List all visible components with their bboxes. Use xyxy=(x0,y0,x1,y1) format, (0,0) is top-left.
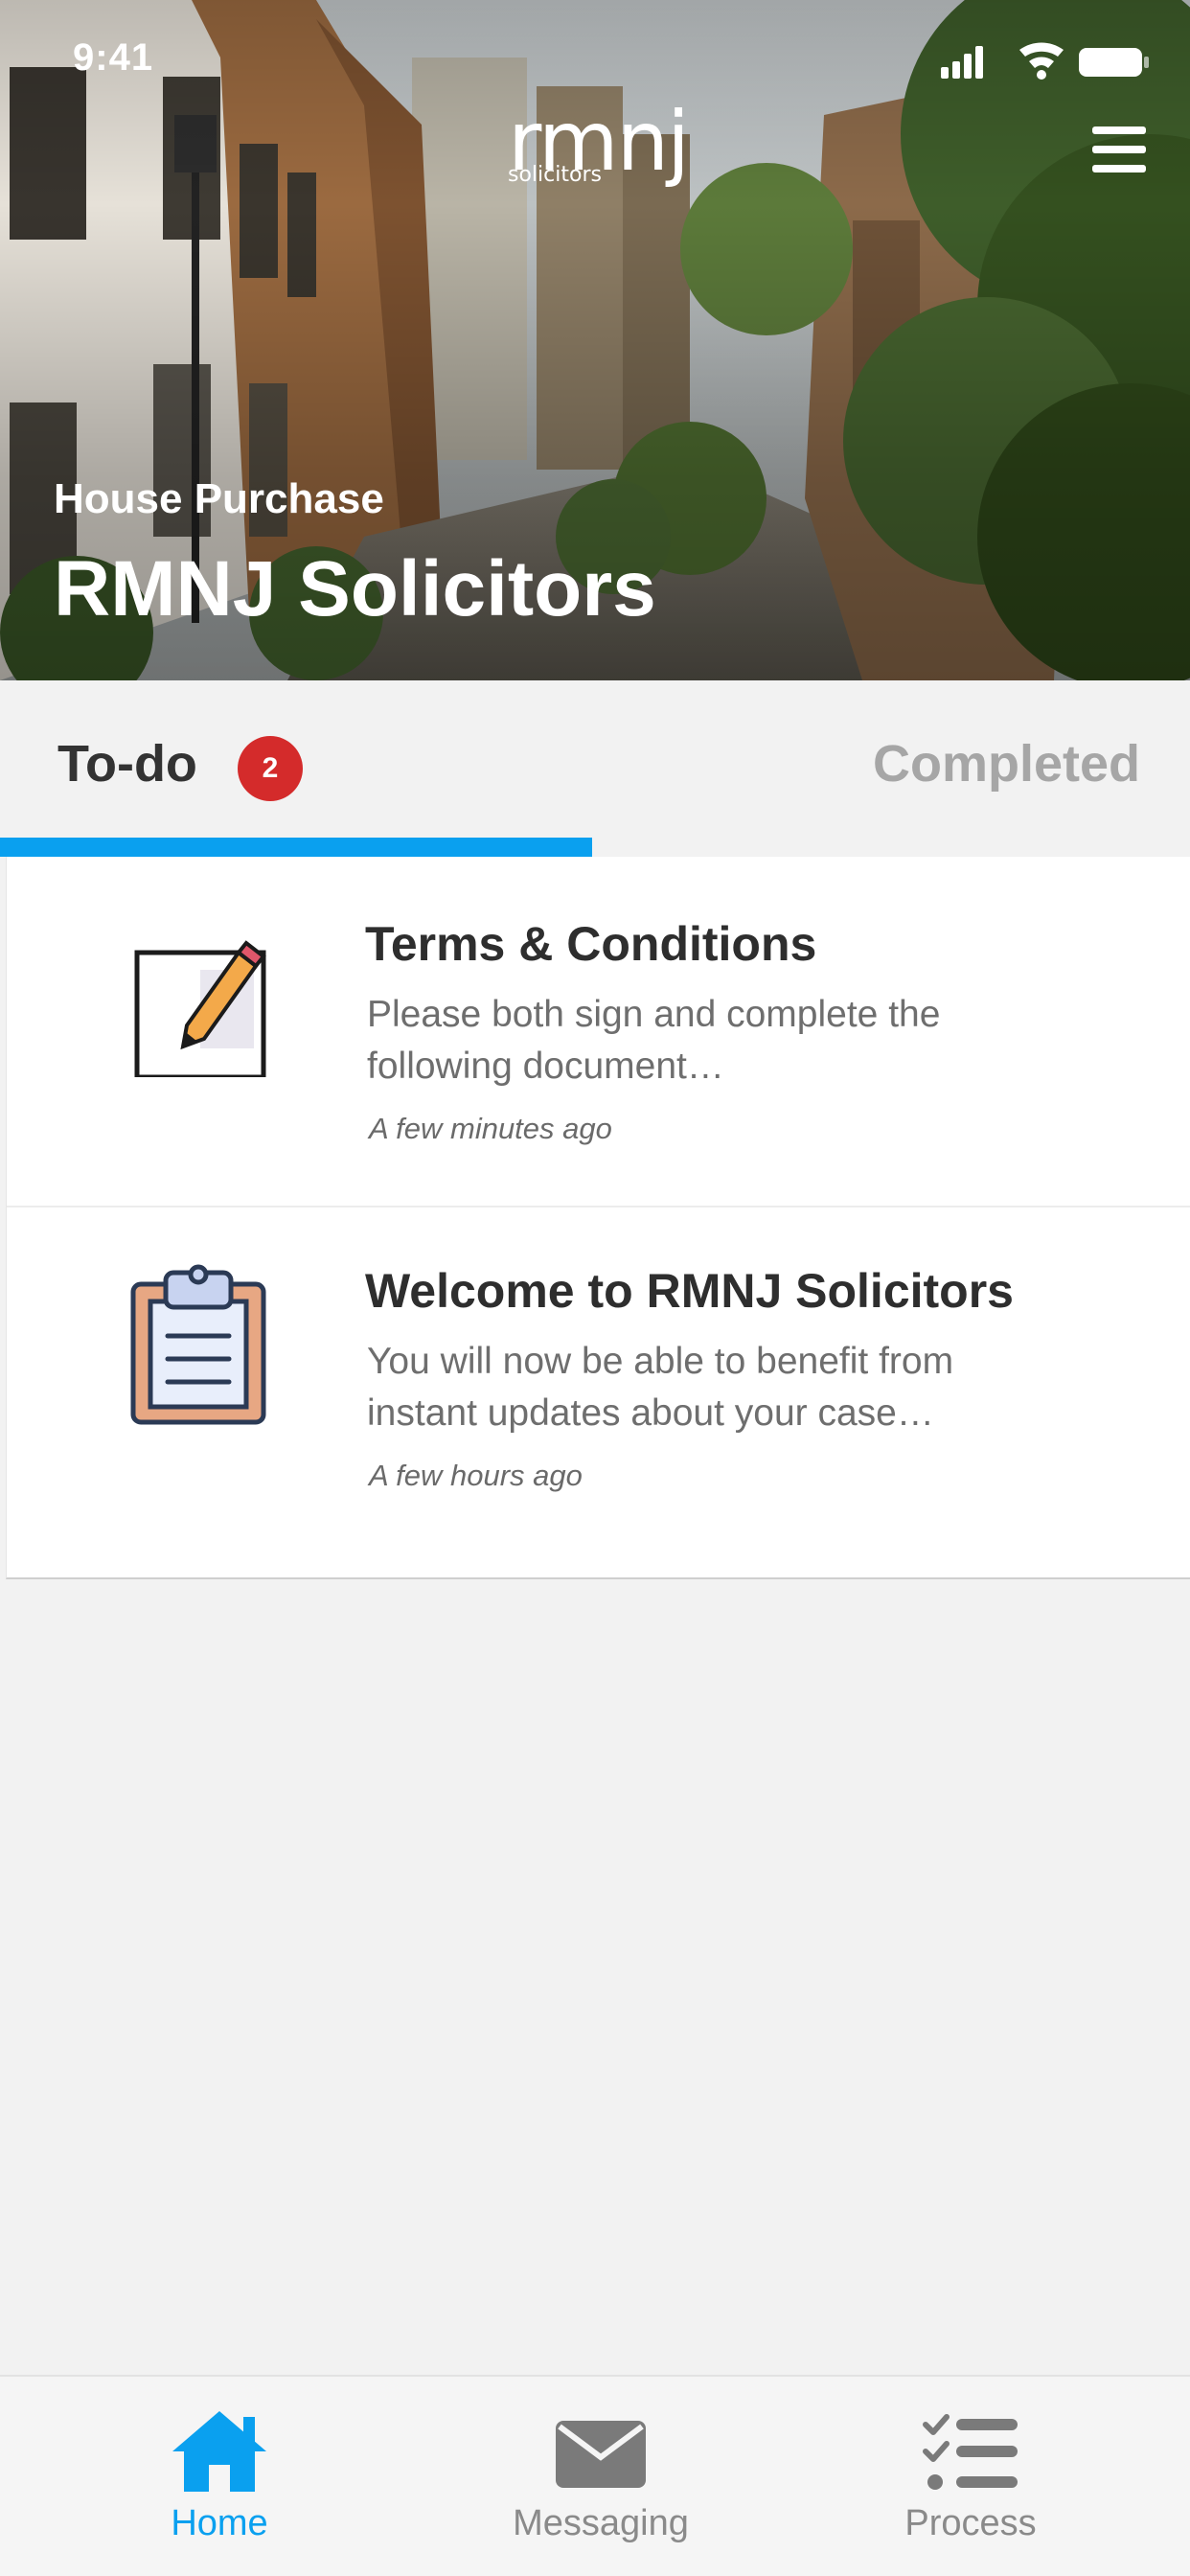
hamburger-menu-icon[interactable] xyxy=(1092,126,1156,180)
tab-completed[interactable]: Completed xyxy=(592,680,1190,857)
envelope-icon xyxy=(556,2421,646,2488)
nav-messaging[interactable]: Messaging xyxy=(397,2377,793,2576)
brand-logo: rmnj solicitors xyxy=(508,94,690,192)
nav-messaging-label: Messaging xyxy=(513,2503,689,2543)
item-title: Terms & Conditions xyxy=(365,917,817,971)
page-title: RMNJ Solicitors xyxy=(54,545,656,632)
hero-header: 9:41 rmnj solicitors House Purchase RMNJ… xyxy=(0,0,1190,680)
wifi-icon xyxy=(1019,42,1064,80)
nav-home[interactable]: Home xyxy=(15,2377,412,2576)
brand-tagline: solicitors xyxy=(508,163,602,187)
battery-icon xyxy=(1079,48,1149,77)
item-title: Welcome to RMNJ Solicitors xyxy=(365,1264,1014,1318)
nav-home-label: Home xyxy=(171,2503,268,2543)
checklist-icon xyxy=(923,2414,1018,2490)
todo-count-badge: 2 xyxy=(238,736,303,801)
home-icon xyxy=(172,2411,266,2492)
item-timestamp: A few minutes ago xyxy=(369,1112,612,1145)
tab-completed-label: Completed xyxy=(872,735,1140,793)
todo-list: Terms & Conditions Please both sign and … xyxy=(6,857,1190,1579)
bottom-nav: Home Messaging Process xyxy=(0,2375,1190,2576)
item-description: You will now be able to benefit from ins… xyxy=(367,1341,954,1434)
document-sign-icon xyxy=(134,940,266,1077)
signal-icon xyxy=(941,46,983,79)
tab-bar: To-do 2 Completed xyxy=(0,680,1190,857)
list-item[interactable]: Welcome to RMNJ Solicitors You will now … xyxy=(7,1208,1190,1558)
item-timestamp: A few hours ago xyxy=(369,1459,583,1492)
tab-todo-label: To-do xyxy=(57,735,197,793)
list-item[interactable]: Terms & Conditions Please both sign and … xyxy=(7,857,1190,1208)
item-description: Please both sign and complete the follow… xyxy=(367,994,941,1087)
nav-process-label: Process xyxy=(904,2503,1037,2543)
clipboard-icon xyxy=(130,1264,266,1425)
active-tab-indicator xyxy=(0,838,592,857)
tab-todo[interactable]: To-do 2 xyxy=(0,680,592,857)
status-time: 9:41 xyxy=(73,36,154,79)
status-icons xyxy=(941,42,1149,80)
nav-process[interactable]: Process xyxy=(767,2377,1163,2576)
case-type: House Purchase xyxy=(54,475,384,522)
